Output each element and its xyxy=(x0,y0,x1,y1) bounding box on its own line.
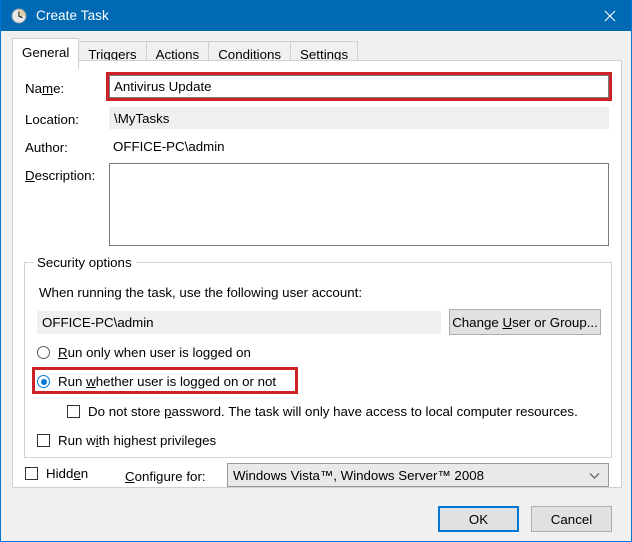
tab-general-label: General xyxy=(22,45,70,60)
description-label: Description: xyxy=(25,168,96,183)
cancel-button-label: Cancel xyxy=(550,511,593,527)
window-title: Create Task xyxy=(36,8,109,23)
ok-button[interactable]: OK xyxy=(438,506,519,532)
checkbox-hidden-label: Hidden xyxy=(46,466,89,481)
radio-run-whether-logged-on-or-not[interactable]: Run whether user is logged on or not xyxy=(37,374,276,389)
name-label: Name: xyxy=(25,81,65,96)
author-value: OFFICE-PC\admin xyxy=(109,135,609,157)
configure-for-label: Configure for: xyxy=(125,469,206,484)
title-bar: Create Task xyxy=(1,0,631,31)
tab-strip: General Triggers Actions Conditions Sett… xyxy=(1,31,631,69)
checkbox-do-not-store-password[interactable]: Do not store password. The task will onl… xyxy=(67,404,578,419)
chevron-down-icon xyxy=(589,468,600,483)
clock-icon xyxy=(11,8,27,24)
tab-general[interactable]: General xyxy=(12,38,80,69)
author-label: Author: xyxy=(25,140,68,155)
close-icon[interactable] xyxy=(587,0,631,31)
radio-run-whether-logged-on-or-not-label: Run whether user is logged on or not xyxy=(58,374,277,389)
checkbox-do-not-store-password-label: Do not store password. The task will onl… xyxy=(88,404,578,419)
checkbox-run-with-highest-privileges[interactable]: Run with highest privileges xyxy=(37,433,216,448)
account-prompt: When running the task, use the following… xyxy=(39,285,363,300)
radio-run-only-when-logged-on-label: Run only when user is logged on xyxy=(58,345,251,360)
configure-for-value: Windows Vista™, Windows Server™ 2008 xyxy=(233,467,485,483)
checkbox-hidden[interactable]: Hidden xyxy=(25,466,88,481)
security-options-legend: Security options xyxy=(33,255,136,270)
configure-for-dropdown[interactable]: Windows Vista™, Windows Server™ 2008 xyxy=(227,463,609,487)
location-value: \MyTasks xyxy=(109,107,609,129)
name-input-value: Antivirus Update xyxy=(114,79,212,94)
checkbox-indicator xyxy=(67,405,80,418)
checkbox-run-with-highest-privileges-label: Run with highest privileges xyxy=(58,433,217,448)
general-tab-panel: Name: Antivirus Update Location: \MyTask… xyxy=(12,60,622,488)
description-textarea[interactable] xyxy=(109,163,609,246)
radio-indicator xyxy=(37,346,50,359)
author-value-text: OFFICE-PC\admin xyxy=(113,138,225,154)
dialog-footer: OK Cancel xyxy=(1,489,631,541)
checkbox-indicator xyxy=(25,467,38,480)
user-account-value: OFFICE-PC\admin xyxy=(37,311,441,334)
ok-button-label: OK xyxy=(468,511,489,527)
name-input[interactable]: Antivirus Update xyxy=(109,75,609,98)
radio-indicator-selected xyxy=(37,375,50,388)
radio-run-only-when-logged-on[interactable]: Run only when user is logged on xyxy=(37,345,251,360)
create-task-dialog: Create Task General Triggers Actions Con… xyxy=(0,0,632,542)
location-label: Location: xyxy=(25,112,79,127)
change-user-or-group-button[interactable]: Change User or Group... xyxy=(449,309,601,335)
user-account-text: OFFICE-PC\admin xyxy=(42,315,154,330)
cancel-button[interactable]: Cancel xyxy=(531,506,612,532)
checkbox-indicator xyxy=(37,434,50,447)
location-value-text: \MyTasks xyxy=(114,110,170,126)
security-options-group: Security options When running the task, … xyxy=(24,255,612,458)
